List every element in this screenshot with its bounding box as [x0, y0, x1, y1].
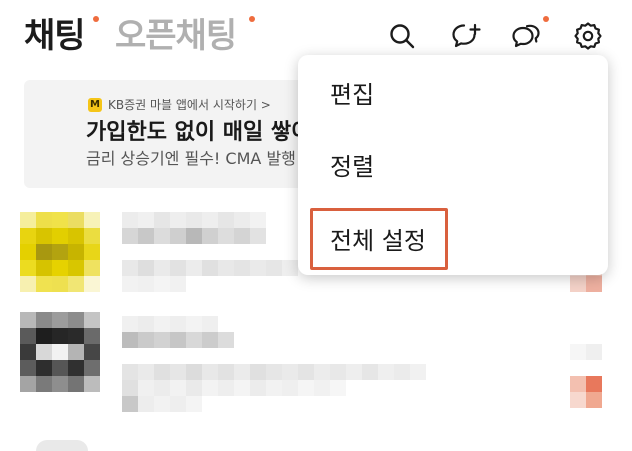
tab-chat[interactable]: 채팅: [24, 14, 86, 58]
search-icon[interactable]: [386, 20, 418, 52]
menu-item-sort[interactable]: 정렬: [330, 151, 374, 183]
settings-dropdown-menu: 편집 정렬 전체 설정: [298, 55, 608, 275]
ad-description: 금리 상승기엔 필수! CMA 발행: [86, 149, 296, 168]
menu-item-edit[interactable]: 편집: [330, 79, 374, 111]
open-chat-tab-new-dot: [249, 16, 255, 22]
settings-icon[interactable]: [572, 20, 604, 52]
open-chat-icon-new-dot: [543, 16, 549, 22]
chat-tab-new-dot: [93, 16, 99, 22]
new-chat-icon[interactable]: [450, 20, 482, 52]
menu-item-all-settings[interactable]: 전체 설정: [330, 225, 426, 257]
tab-open-chat[interactable]: 오픈채팅: [115, 14, 237, 58]
ad-badge-icon: M: [88, 98, 102, 112]
chat-list-item[interactable]: [0, 312, 632, 412]
ad-title: 가입한도 없이 매일 쌓이: [86, 120, 312, 145]
ad-source: KB증권 마블 앱에서 시작하기 >: [108, 98, 271, 112]
open-chat-icon[interactable]: [510, 20, 542, 52]
